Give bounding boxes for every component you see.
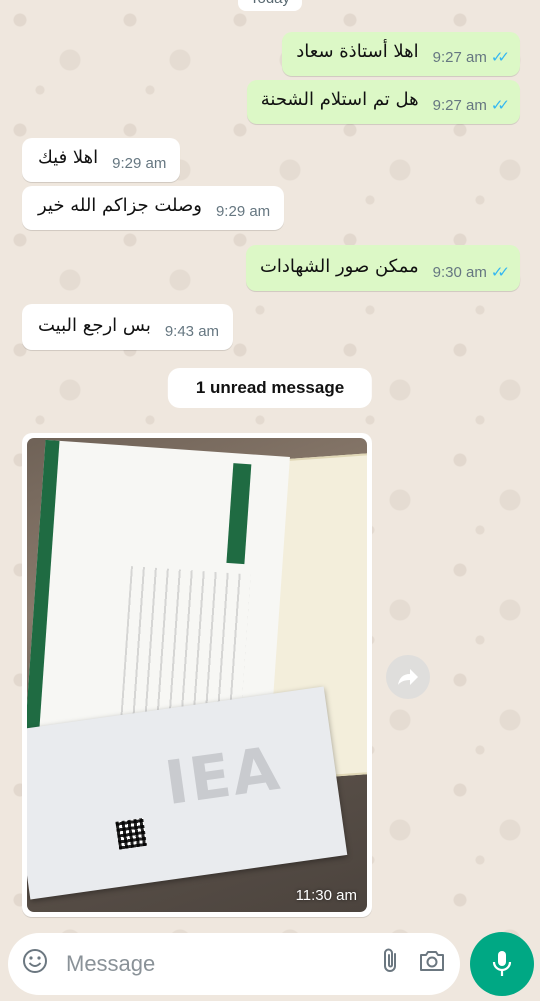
message-bubble-outgoing[interactable]: هل تم استلام الشحنة 9:27 am ✓✓ <box>246 80 520 124</box>
message-bubble-outgoing[interactable]: ممكن صور الشهادات 9:30 am ✓✓ <box>245 245 520 291</box>
message-text: بس ارجع البيت <box>38 315 151 336</box>
message-bubble-incoming[interactable]: اهلا فيك 9:29 am <box>22 138 181 182</box>
message-bubble-incoming[interactable]: بس ارجع البيت 9:43 am <box>22 304 234 350</box>
forward-icon[interactable] <box>386 655 430 699</box>
message-meta: 9:43 am <box>165 323 219 340</box>
message-bubble-outgoing[interactable]: اهلا أستاذة سعاد 9:27 am ✓✓ <box>282 32 520 76</box>
message-time: 11:30 am <box>295 887 357 904</box>
message-time: 9:27 am <box>432 48 487 66</box>
message-meta: 9:30 am ✓✓ <box>432 263 510 282</box>
message-text: اهلا فيك <box>38 147 99 168</box>
double-check-icon: ✓✓ <box>490 49 510 66</box>
microphone-icon[interactable] <box>470 932 534 996</box>
message-text: هل تم استلام الشحنة <box>260 89 419 110</box>
message-text: وصلت جزاكم الله خير <box>38 195 202 216</box>
message-time: 9:30 am <box>432 263 487 281</box>
double-check-icon: ✓✓ <box>490 264 510 281</box>
message-time: 9:29 am <box>215 203 271 220</box>
message-meta: 9:29 am <box>216 203 270 220</box>
certificate-stripe <box>226 463 252 565</box>
camera-icon[interactable] <box>418 949 446 979</box>
message-meta: 9:29 am <box>112 155 166 172</box>
forward-arrow-glyph <box>398 669 418 685</box>
message-composer <box>8 933 460 995</box>
message-time: 9:29 am <box>112 155 167 172</box>
paperclip-icon[interactable] <box>380 948 402 980</box>
message-time: 9:27 am <box>432 96 487 114</box>
message-meta: 9:27 am ✓✓ <box>432 96 510 115</box>
date-chip: Today <box>237 0 303 11</box>
emoji-icon[interactable] <box>22 948 56 981</box>
double-check-icon: ✓✓ <box>490 97 510 114</box>
unread-messages-banner: 1 unread message <box>167 368 373 408</box>
message-bubble-incoming[interactable]: وصلت جزاكم الله خير 9:29 am <box>22 186 285 230</box>
envelope-logo-graphic: IEA <box>160 733 286 820</box>
photo-certificates-image[interactable]: IEA 11:30 am <box>27 438 367 912</box>
photo-message[interactable]: IEA 11:30 am <box>22 433 372 917</box>
message-text: ممكن صور الشهادات <box>259 256 419 277</box>
message-input[interactable] <box>66 951 364 977</box>
message-text: اهلا أستاذة سعاد <box>296 41 419 62</box>
message-time: 9:43 am <box>164 323 220 340</box>
qr-code-graphic <box>115 817 148 850</box>
message-meta: 9:27 am ✓✓ <box>432 48 510 67</box>
